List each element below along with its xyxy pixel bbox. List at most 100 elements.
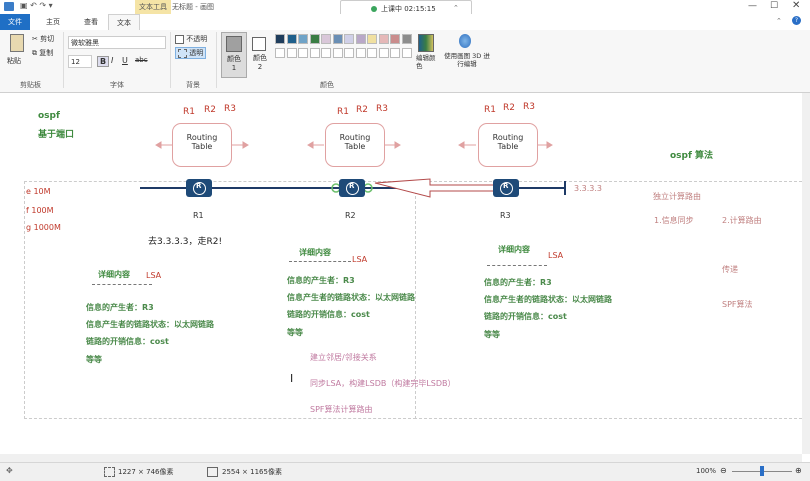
clipboard-icon — [10, 34, 24, 52]
palette-swatch[interactable] — [401, 48, 412, 58]
palette-swatch[interactable] — [309, 48, 320, 58]
router-icon[interactable]: R — [339, 179, 365, 197]
color2-button[interactable]: 颜色 2 — [249, 32, 271, 76]
vertical-scrollbar[interactable] — [802, 93, 810, 454]
step-item: 建立邻居/邻接关系 — [310, 353, 377, 362]
copy-button[interactable]: ⧉ 复制 — [32, 48, 53, 58]
copy-icon: ⧉ — [32, 49, 37, 57]
step-item: SPF算法计算路由 — [310, 405, 373, 414]
collapse-ribbon-icon[interactable]: ⌃ — [776, 17, 782, 25]
zoom-slider-thumb[interactable] — [760, 466, 764, 476]
spf-note: SPF算法 — [722, 300, 753, 309]
tab-home[interactable]: 主页 — [38, 14, 68, 30]
color1-button[interactable]: 颜色 1 — [221, 32, 247, 78]
minimize-icon[interactable]: — — [748, 1, 757, 11]
underline-button[interactable]: U — [122, 56, 128, 65]
lsa-title: 详细内容 — [498, 245, 530, 254]
italic-button[interactable]: I — [111, 56, 113, 65]
r2-tag: R2 — [503, 103, 515, 113]
tab-view[interactable]: 查看 — [76, 14, 106, 30]
palette-swatch[interactable] — [321, 34, 331, 44]
selection-size-icon — [104, 467, 115, 477]
palette-swatch[interactable] — [390, 48, 400, 58]
lsa-tag: LSA — [146, 271, 162, 280]
lsa-tag: LSA — [352, 255, 368, 264]
help-icon[interactable]: ? — [792, 16, 801, 25]
strikethrough-button[interactable]: abc — [135, 56, 148, 64]
divider — [63, 32, 64, 88]
canvas-size-icon — [207, 467, 218, 477]
palette-swatch[interactable] — [355, 34, 366, 44]
selection-size: 1227 × 746像素 — [118, 468, 174, 476]
cut-button[interactable]: ✂ 剪切 — [32, 34, 54, 44]
palette-swatch[interactable] — [378, 48, 389, 58]
font-family-value: 微软雅黑 — [71, 39, 99, 47]
text-tools-context-tab: 文本工具 — [135, 0, 171, 14]
palette-swatch[interactable] — [401, 34, 412, 44]
step-calc-route: 2.计算路由 — [722, 216, 762, 225]
font-size-select[interactable]: 12 — [68, 55, 92, 68]
zoom-out-button[interactable]: ⊖ — [720, 466, 727, 475]
divider — [170, 32, 171, 88]
lsa-title: 详细内容 — [299, 248, 331, 257]
palette-swatch[interactable] — [367, 48, 377, 58]
zoom-level: 100% — [696, 467, 717, 475]
scissors-icon: ✂ — [32, 35, 38, 43]
palette-swatch[interactable] — [286, 48, 297, 58]
palette-swatch[interactable] — [298, 34, 308, 44]
palette-swatch[interactable] — [344, 34, 354, 44]
rt-line2: Table — [344, 142, 366, 151]
opaque-option[interactable]: 不透明 — [175, 34, 207, 44]
palette-swatch[interactable] — [344, 48, 354, 58]
close-icon[interactable]: ✕ — [792, 0, 800, 11]
palette-swatch[interactable] — [332, 34, 343, 44]
group-label-clipboard: 剪贴板 — [20, 81, 41, 89]
zoom-in-button[interactable]: ⊕ — [795, 466, 802, 475]
palette-swatch[interactable] — [321, 48, 331, 58]
router-label-r3: R3 — [500, 211, 511, 220]
transparent-option[interactable]: 透明 — [175, 47, 207, 59]
independent-routing: 独立计算路由 — [653, 192, 701, 201]
maximize-icon[interactable]: ☐ — [770, 1, 778, 11]
palette-swatch[interactable] — [390, 34, 400, 44]
palette-swatch[interactable] — [309, 34, 320, 44]
router-icon[interactable]: R — [186, 179, 212, 197]
font-family-select[interactable]: 微软雅黑 — [68, 36, 166, 49]
canvas-size: 2554 × 1165像素 — [222, 468, 282, 476]
opaque-icon — [175, 34, 184, 44]
tab-file[interactable]: 文件 — [0, 14, 30, 30]
router-icon[interactable]: R — [493, 179, 519, 197]
drawing-canvas[interactable]: ospf 基于端口 R1 R2 R3 Routing Table R R1 R1… — [0, 93, 807, 454]
status-bar: ✥ 1227 × 746像素 2554 × 1165像素 100% ⊖ ⊕ — [0, 462, 810, 481]
flood-note: 传递 — [722, 265, 738, 274]
dest-ip-label: 3.3.3.3 — [574, 184, 602, 193]
palette-swatch[interactable] — [378, 34, 389, 44]
palette-swatch[interactable] — [275, 34, 285, 44]
algorithm-title: ospf 算法 — [670, 151, 714, 161]
palette-swatch[interactable] — [355, 48, 366, 58]
quick-access[interactable]: ▣ ↶ ↷ ▾ — [20, 1, 53, 10]
lsa-line: 链路的开销信息：cost — [86, 337, 169, 346]
palette-swatch[interactable] — [332, 48, 343, 58]
recording-dot-icon — [371, 6, 377, 12]
lsa-line: 信息产生者的链路状态：以太网链路 — [287, 293, 415, 302]
routing-table-r2: Routing Table — [325, 123, 385, 167]
paste-button[interactable]: 粘贴 — [4, 34, 30, 70]
step-item: 同步LSA，构建LSDB（构建完毕LSDB） — [310, 379, 456, 388]
cursor-position-icon: ✥ — [6, 466, 13, 475]
palette-swatch[interactable] — [275, 48, 285, 58]
palette-swatch[interactable] — [298, 48, 308, 58]
palette-swatch[interactable] — [367, 34, 377, 44]
paint3d-button[interactable]: 使用画图 3D 进行编辑 — [443, 34, 491, 74]
r2-tag: R2 — [356, 105, 368, 115]
bold-button[interactable]: B — [97, 56, 110, 67]
edit-colors-button[interactable]: 编辑颜色 — [415, 34, 437, 74]
tab-text[interactable]: 文本 — [108, 14, 140, 31]
palette-swatch[interactable] — [286, 34, 297, 44]
chevron-up-icon[interactable]: ⌃ — [453, 4, 459, 12]
bandwidth-item: f 100M — [26, 206, 54, 215]
horizontal-scrollbar[interactable] — [0, 454, 802, 462]
step-sync-info: 1.信息同步 — [654, 216, 694, 225]
rt-line1: Routing — [186, 133, 218, 142]
routing-table-r1: Routing Table — [172, 123, 232, 167]
